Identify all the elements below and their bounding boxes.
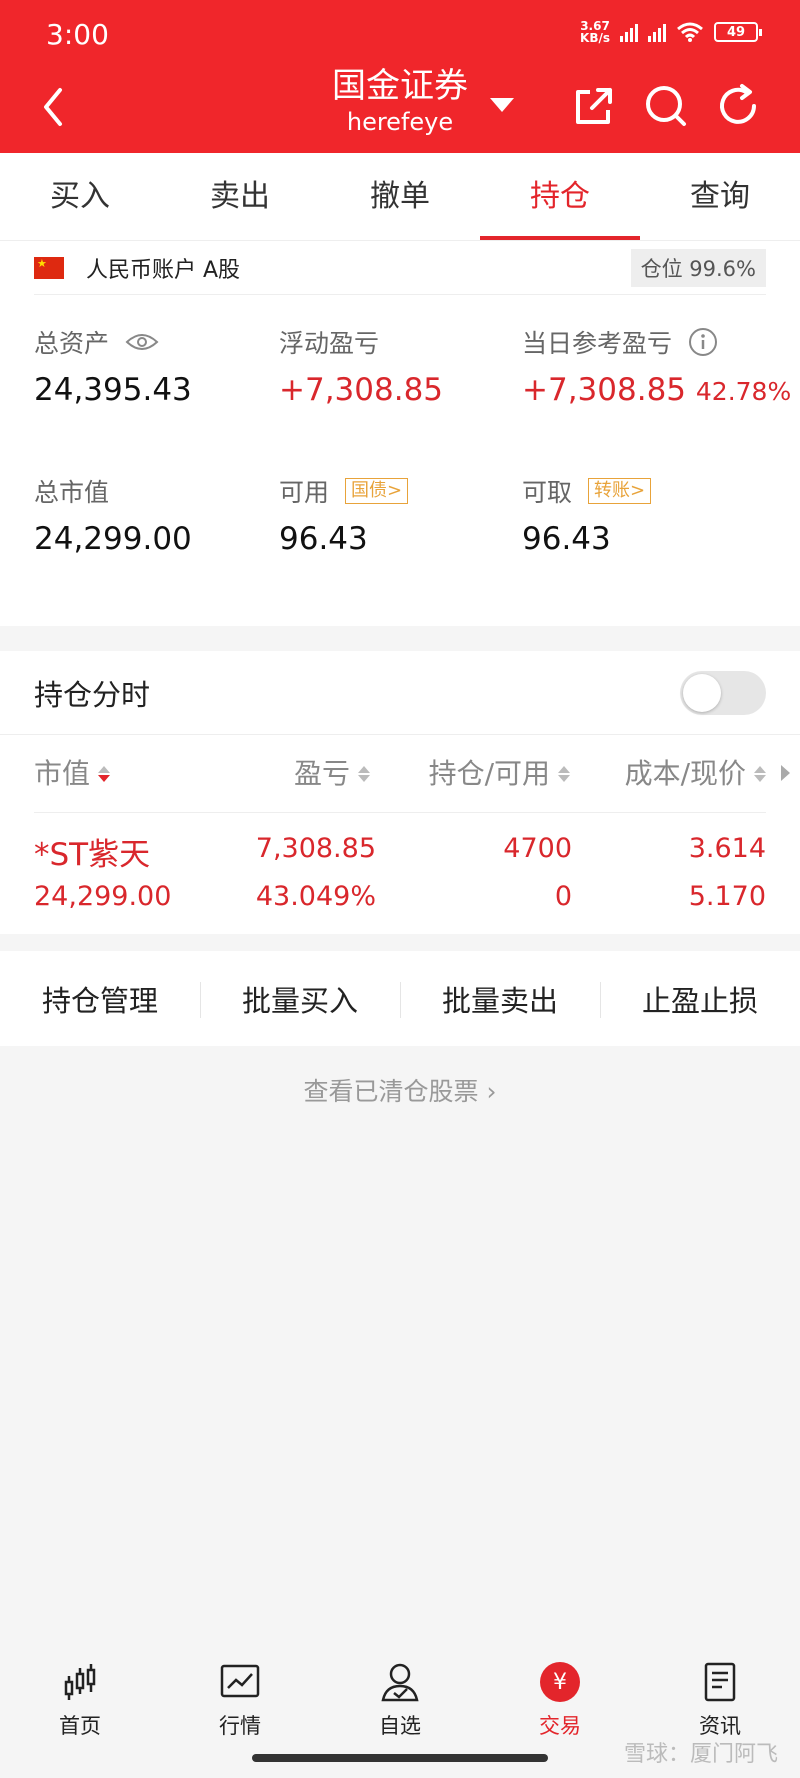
search-icon[interactable] — [642, 82, 690, 130]
watermark: 雪球：厦门阿飞 — [623, 1742, 778, 1767]
batch-sell-button[interactable]: 批量卖出 — [400, 978, 600, 1020]
floating-pl: 浮动盈亏 +7,308.85 — [279, 326, 519, 408]
stock-name: *ST紫天 — [34, 837, 151, 873]
col-pl[interactable]: 盈亏 — [294, 735, 370, 813]
withdrawable-funds: 可取 转账> 96.43 — [522, 475, 762, 557]
account-row: 人民币账户 A股 仓位 99.6% — [34, 241, 766, 295]
holdings-header: 持仓分时 — [0, 651, 800, 735]
holdings-column-header: 市值 盈亏 持仓/可用 成本/现价 — [34, 735, 790, 813]
total-assets: 总资产 24,395.43 — [34, 326, 274, 408]
holdings-panel: 持仓分时 市值 盈亏 持仓/可用 成本/现价 *ST紫天 24,299.00 7… — [0, 651, 800, 934]
market-value-label: 总市值 — [34, 478, 110, 507]
account-summary: 人民币账户 A股 仓位 99.6% 总资产 24,395.43 浮动盈亏 +7,… — [0, 241, 800, 626]
nav-home[interactable]: 首页 — [0, 1640, 160, 1778]
intraday-toggle[interactable] — [680, 670, 766, 715]
available-funds: 可用 国债> 96.43 — [279, 475, 519, 557]
holdings-title: 持仓分时 — [34, 677, 151, 712]
col-cost-price[interactable]: 成本/现价 — [625, 735, 766, 813]
net-speed-unit: KB/s — [580, 31, 610, 45]
floating-pl-value: +7,308.85 — [279, 372, 444, 408]
col-market-value-label: 市值 — [34, 757, 91, 790]
nav-trade-label: 交易 — [539, 1714, 581, 1738]
daily-pl-value: +7,308.85 — [522, 372, 687, 408]
sort-icon — [754, 766, 766, 782]
nav-home-label: 首页 — [59, 1714, 101, 1738]
share-icon[interactable] — [570, 82, 618, 130]
chevron-down-icon[interactable] — [490, 98, 514, 112]
yen-icon: ¥ — [540, 1662, 580, 1702]
signal-icon — [648, 22, 666, 42]
total-assets-label: 总资产 — [34, 329, 110, 358]
daily-pl-label: 当日参考盈亏 — [522, 329, 673, 358]
stock-position: 4700 — [503, 833, 572, 864]
withdrawable-value: 96.43 — [522, 521, 611, 557]
tab-query[interactable]: 查询 — [640, 153, 800, 240]
col-market-value[interactable]: 市值 — [34, 735, 111, 813]
treasury-button[interactable]: 国债> — [345, 478, 409, 504]
tab-positions[interactable]: 持仓 — [480, 153, 640, 240]
total-assets-value: 24,395.43 — [34, 372, 192, 408]
transfer-button[interactable]: 转账> — [588, 478, 652, 504]
market-value: 总市值 24,299.00 — [34, 475, 274, 557]
col-pl-label: 盈亏 — [293, 757, 350, 790]
header-bar: 3:00 3.67 KB/s 49 国金证券 herefeye — [0, 0, 800, 153]
status-icons: 3.67 KB/s 49 — [580, 20, 762, 44]
nav-market-label: 行情 — [219, 1714, 261, 1738]
position-ratio-badge: 仓位 99.6% — [630, 248, 766, 287]
trade-tabs: 买入 卖出 撤单 持仓 查询 — [0, 153, 800, 241]
available-value: 96.43 — [279, 521, 368, 557]
candlestick-icon — [64, 1664, 96, 1700]
stock-cost: 3.614 — [688, 833, 766, 864]
manage-positions-button[interactable]: 持仓管理 — [0, 978, 200, 1020]
chart-icon — [220, 1664, 260, 1698]
china-flag-icon — [34, 256, 64, 279]
scroll-right-icon[interactable] — [781, 765, 790, 781]
tab-buy[interactable]: 买入 — [0, 153, 160, 240]
sort-icon — [558, 766, 570, 782]
col-position[interactable]: 持仓/可用 — [429, 735, 570, 813]
signal-icon — [620, 22, 638, 42]
stock-price: 5.170 — [688, 881, 766, 912]
net-speed: 3.67 KB/s — [580, 20, 610, 44]
market-value-value: 24,299.00 — [34, 521, 192, 557]
daily-pl-pct: 42.78% — [695, 377, 792, 406]
stock-pl: 7,308.85 — [255, 833, 376, 864]
table-row[interactable]: *ST紫天 24,299.00 7,308.85 43.049% 4700 0 … — [34, 813, 766, 933]
floating-pl-label: 浮动盈亏 — [279, 329, 380, 358]
available-label: 可用 — [279, 478, 330, 507]
stock-market-value: 24,299.00 — [34, 881, 172, 912]
account-name: 人民币账户 A股 — [86, 257, 241, 283]
sort-icon — [358, 766, 370, 782]
stock-available: 0 — [554, 881, 572, 912]
status-time: 3:00 — [46, 18, 109, 51]
batch-buy-button[interactable]: 批量买入 — [200, 978, 400, 1020]
col-cost-price-label: 成本/现价 — [624, 757, 746, 790]
nav-watchlist-label: 自选 — [379, 1714, 421, 1738]
sort-icon — [98, 766, 111, 782]
home-indicator[interactable] — [252, 1754, 548, 1762]
holdings-actions: 持仓管理 批量买入 批量卖出 止盈止损 — [0, 951, 800, 1046]
stock-pl-pct: 43.049% — [255, 881, 376, 912]
stop-profit-loss-button[interactable]: 止盈止损 — [600, 978, 800, 1020]
battery-icon: 49 — [714, 22, 762, 42]
document-icon — [704, 1662, 736, 1702]
daily-pl: 当日参考盈亏 +7,308.85 42.78% — [522, 326, 791, 408]
withdrawable-label: 可取 — [522, 478, 573, 507]
col-position-label: 持仓/可用 — [428, 757, 550, 790]
info-icon[interactable] — [688, 327, 718, 357]
wifi-icon — [677, 22, 703, 42]
tab-cancel[interactable]: 撤单 — [320, 153, 480, 240]
tab-sell[interactable]: 卖出 — [160, 153, 320, 240]
user-check-icon — [381, 1663, 419, 1702]
refresh-icon[interactable] — [714, 82, 762, 130]
cleared-stocks-link[interactable]: 查看已清仓股票 › — [0, 1072, 800, 1108]
eye-icon[interactable] — [125, 332, 159, 352]
